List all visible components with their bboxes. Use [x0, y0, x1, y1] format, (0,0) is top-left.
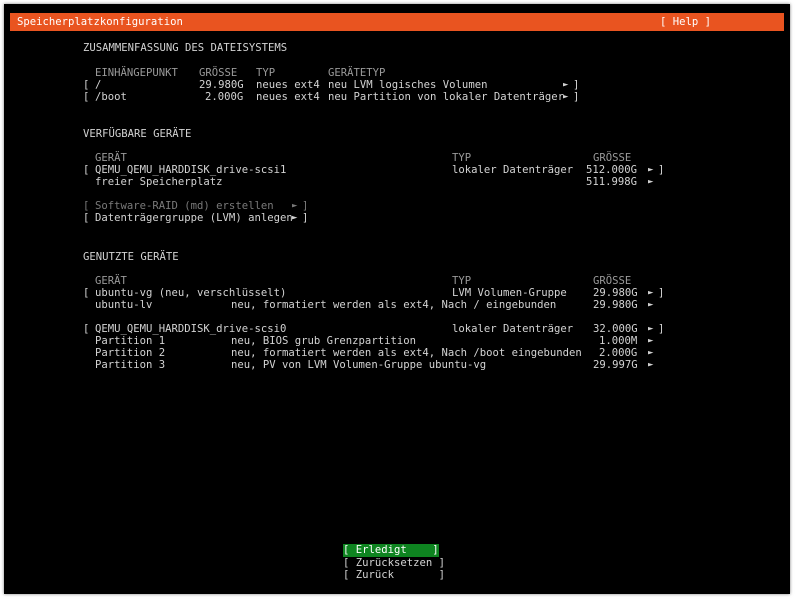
free-space-label: freier Speicherplatz [95, 176, 223, 188]
col-mountpoint-header: EINHÄNGEPUNKT [95, 67, 178, 79]
fstype-value: neues ext4 [256, 91, 320, 103]
partition-description: neu, PV von LVM Volumen-Gruppe ubuntu-vg [231, 359, 487, 371]
row-arrow-icon[interactable]: ► [648, 299, 653, 312]
disk-type: lokaler Datenträger [452, 323, 574, 335]
available-devices-heading: VERFÜGBARE GERÄTE [83, 128, 192, 140]
row-close-bracket: ] [302, 212, 309, 224]
row-open-bracket: [ [83, 323, 90, 335]
lv-name: ubuntu-lv [95, 299, 153, 311]
done-button[interactable]: [ Erledigt ] [343, 544, 439, 557]
lv-size: 29.980G [593, 299, 638, 311]
row-open-bracket: [ [83, 212, 90, 224]
row-arrow-icon[interactable]: ► [648, 176, 653, 189]
row-arrow-icon[interactable]: ► [648, 359, 653, 372]
row-open-bracket: [ [83, 91, 90, 103]
row-open-bracket: [ [83, 164, 90, 176]
lv-description: neu, formatiert werden als ext4, Nach / … [231, 299, 557, 311]
devtype-value: neu Partition von lokaler Datenträger [328, 91, 564, 103]
row-close-bracket: ] [658, 323, 665, 335]
row-close-bracket: ] [658, 164, 665, 176]
page-title: Speicherplatzkonfiguration [17, 16, 183, 28]
row-close-bracket: ] [658, 287, 665, 299]
row-open-bracket: [ [83, 287, 90, 299]
create-lvm-label: Datenträgergruppe (LVM) anlegen [95, 212, 293, 224]
size-value: 2.000G [205, 91, 244, 103]
device-type: lokaler Datenträger [452, 164, 574, 176]
row-close-bracket: ] [573, 91, 580, 103]
used-devices-heading: GENUTZTE GERÄTE [83, 251, 179, 263]
filesystem-summary-heading: ZUSAMMENFASSUNG DES DATEISYSTEMS [83, 42, 288, 54]
back-button[interactable]: [ Zurück ] [343, 569, 445, 582]
free-space-size: 511.998G [586, 176, 638, 188]
help-button[interactable]: [ Help ] [660, 16, 711, 29]
row-arrow-icon[interactable]: ► [563, 91, 568, 104]
title-bar: Speicherplatzkonfiguration [ Help ] [10, 13, 784, 31]
installer-screen: Speicherplatzkonfiguration [ Help ] ZUSA… [4, 4, 790, 594]
mountpoint-value: /boot [95, 91, 127, 103]
row-arrow-icon[interactable]: ► [292, 212, 297, 225]
partition-size: 29.997G [593, 359, 638, 371]
partition-name: Partition 3 [95, 359, 166, 371]
